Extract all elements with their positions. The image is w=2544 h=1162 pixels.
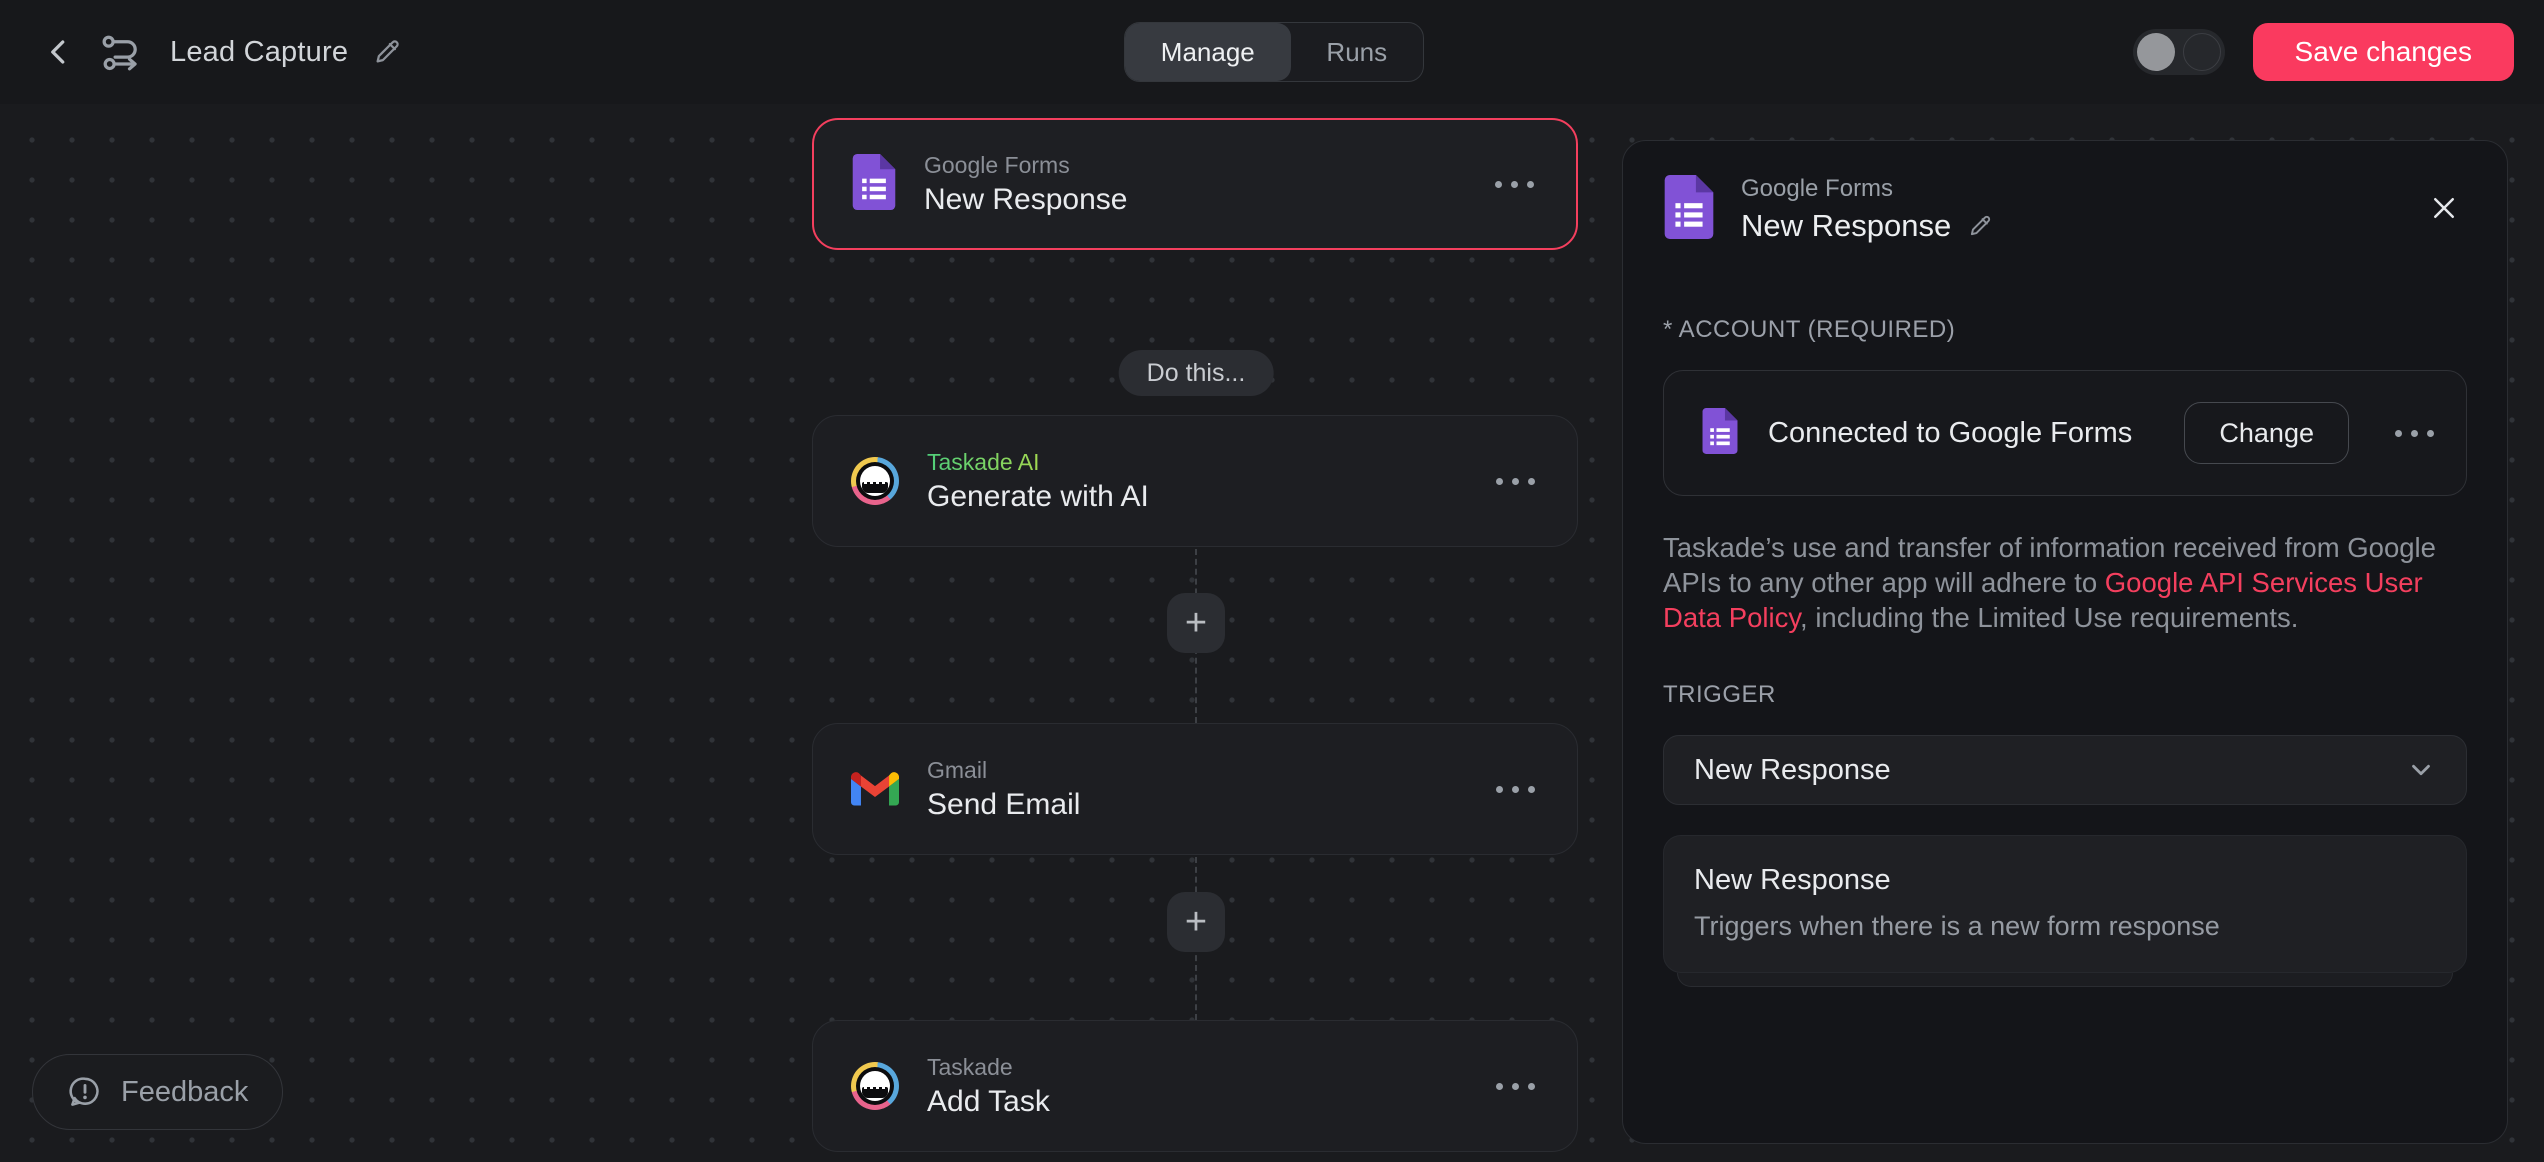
trigger-select[interactable]: New Response (1663, 735, 2467, 805)
node-action-label: Add Task (927, 1085, 1050, 1119)
tab-manage[interactable]: Manage (1125, 23, 1291, 81)
node-app-label: Google Forms (924, 152, 1127, 179)
chevron-down-icon (2406, 755, 2436, 785)
node-action-label: Generate with AI (927, 480, 1149, 514)
google-forms-icon (1663, 175, 1715, 244)
save-changes-button[interactable]: Save changes (2253, 23, 2514, 81)
trigger-select-value: New Response (1694, 754, 1891, 787)
toggle-track-outline (2183, 33, 2221, 71)
add-step-button[interactable]: + (1167, 892, 1225, 952)
view-tabs: Manage Runs (1124, 22, 1424, 82)
node-config-panel: Google Forms New Response (1622, 140, 2508, 1144)
node-taskade-ai-generate[interactable]: Taskade AI Generate with AI (812, 415, 1578, 547)
workflow-editor: Lead Capture Manage Runs Save changes (0, 0, 2544, 1162)
workflow-canvas[interactable]: Google Forms New Response Do this... Tas… (0, 104, 2544, 1162)
connected-account-card: Connected to Google Forms Change (1663, 370, 2467, 496)
top-bar: Lead Capture Manage Runs Save changes (0, 0, 2544, 104)
workflow-icon (98, 28, 146, 76)
stacked-card-edge (1677, 973, 2453, 987)
node-app-label: Gmail (927, 757, 1080, 784)
node-action-label: New Response (924, 183, 1127, 217)
close-panel-button[interactable] (2421, 185, 2467, 234)
toggle-knob (2137, 33, 2175, 71)
do-this-chip: Do this... (1119, 350, 1274, 396)
rename-step-pencil-icon[interactable] (1967, 213, 1993, 239)
panel-app-label: Google Forms (1741, 175, 1993, 203)
account-section-label: * ACCOUNT (REQUIRED) (1663, 316, 2467, 344)
add-step-button[interactable]: + (1167, 593, 1225, 653)
node-menu-button[interactable] (1494, 468, 1537, 495)
node-gmail-send-email[interactable]: Gmail Send Email (812, 723, 1578, 855)
node-google-forms-new-response[interactable]: Google Forms New Response (812, 118, 1578, 250)
google-forms-icon (1702, 408, 1738, 459)
disclaimer-text: , including the Limited Use requirements… (1800, 602, 2298, 633)
rename-workflow-pencil-icon[interactable] (372, 37, 402, 67)
back-button[interactable] (44, 35, 74, 69)
taskade-icon (851, 1062, 899, 1110)
chevron-left-icon (44, 35, 74, 69)
node-app-label: Taskade (927, 1054, 1050, 1081)
node-app-label: Taskade AI (927, 449, 1149, 476)
workflow-enable-toggle[interactable] (2133, 29, 2225, 75)
google-forms-icon (852, 154, 896, 215)
taskade-ai-icon (851, 457, 899, 505)
node-taskade-add-task[interactable]: Taskade Add Task (812, 1020, 1578, 1152)
page-title: Lead Capture (170, 36, 348, 69)
connected-account-text: Connected to Google Forms (1768, 417, 2154, 450)
google-api-disclaimer: Taskade’s use and transfer of informatio… (1663, 530, 2467, 635)
feedback-button[interactable]: Feedback (32, 1054, 283, 1130)
trigger-section-label: TRIGGER (1663, 681, 2467, 709)
trigger-option-card[interactable]: New Response Triggers when there is a ne… (1663, 835, 2467, 973)
feedback-label: Feedback (121, 1076, 248, 1109)
change-account-button[interactable]: Change (2184, 402, 2349, 464)
trigger-option-description: Triggers when there is a new form respon… (1694, 911, 2436, 942)
panel-action-title: New Response (1741, 208, 1951, 244)
node-menu-button[interactable] (1494, 1073, 1537, 1100)
node-menu-button[interactable] (1494, 776, 1537, 803)
tab-runs[interactable]: Runs (1291, 23, 1423, 81)
account-menu-button[interactable] (2393, 420, 2436, 447)
trigger-option-title: New Response (1694, 864, 2436, 897)
feedback-alert-icon (67, 1074, 103, 1110)
close-icon (2429, 193, 2459, 223)
node-menu-button[interactable] (1493, 171, 1536, 198)
gmail-icon (851, 768, 899, 811)
node-action-label: Send Email (927, 788, 1080, 822)
